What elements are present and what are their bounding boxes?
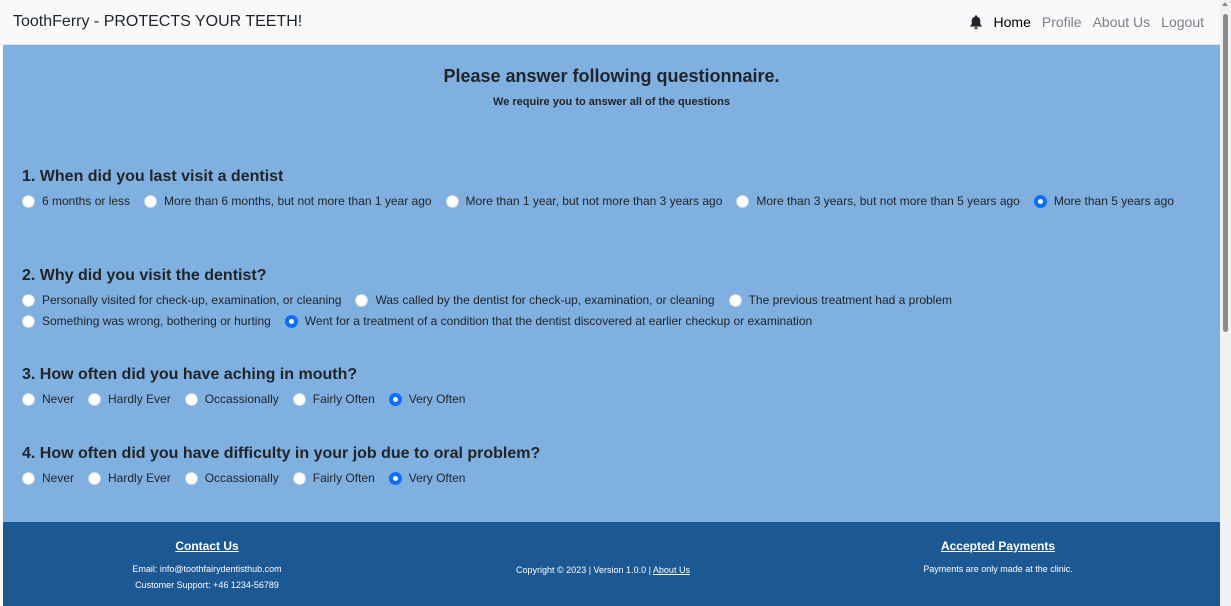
question-title: 1. When did you last visit a dentist (22, 168, 284, 185)
radio-option[interactable]: More than 5 years ago (1033, 193, 1174, 209)
radio-option[interactable]: Occassionally (184, 470, 279, 486)
accepted-payments-link[interactable]: Accepted Payments (898, 539, 1098, 553)
radio-option[interactable]: Hardly Ever (88, 470, 171, 486)
question-1: 1. When did you last visit a dentist 6 m… (22, 167, 1202, 209)
radio-option[interactable]: Occassionally (184, 391, 279, 407)
option-label: 6 months or less (42, 194, 131, 208)
radio-button[interactable] (736, 194, 750, 208)
question-title: 2. Why did you visit the dentist? (22, 267, 267, 284)
radio-button[interactable] (22, 293, 35, 307)
option-label: Hardly Ever (108, 471, 171, 485)
option-label: More than 3 years, but not more than 5 y… (756, 194, 1020, 208)
question-options: Never Hardly Ever Occassionally Fairly O… (22, 391, 1202, 407)
footer-contact: Contact Us Email: info@toothfairydentist… (107, 539, 307, 593)
radio-button[interactable] (284, 314, 298, 328)
scrollbar-thumb[interactable] (1223, 14, 1228, 332)
questionnaire-section: Please answer following questionnaire. W… (3, 45, 1220, 522)
radio-option[interactable]: Very Often (388, 391, 466, 407)
radio-button[interactable] (1033, 194, 1047, 208)
page-title: Please answer following questionnaire. (443, 66, 780, 86)
radio-option[interactable]: Fairly Often (292, 391, 375, 407)
option-label: Very Often (408, 471, 466, 485)
radio-option[interactable]: The previous treatment had a problem (728, 292, 953, 308)
footer-copyright: Copyright © 2023 | Version 1.0.0 | About… (453, 562, 753, 578)
nav-profile[interactable]: Profile (1042, 14, 1082, 30)
option-label: Very Often (408, 392, 466, 406)
nav-home[interactable]: Home (994, 14, 1031, 30)
radio-option[interactable]: More than 1 year, but not more than 3 ye… (445, 193, 723, 209)
question-3: 3. How often did you have aching in mout… (22, 365, 1202, 407)
radio-button[interactable] (184, 471, 198, 485)
radio-option[interactable]: 6 months or less (22, 193, 130, 209)
radio-button[interactable] (388, 471, 402, 485)
option-label: Occassionally (204, 392, 279, 406)
radio-button[interactable] (22, 471, 35, 485)
nav-links: Home Profile About Us Logout (968, 14, 1204, 30)
contact-email: Email: info@toothfairydentisthub.com (132, 564, 282, 574)
radio-option[interactable]: Went for a treatment of a condition that… (284, 313, 813, 329)
nav-about-us[interactable]: About Us (1093, 14, 1151, 30)
radio-option[interactable]: Something was wrong, bothering or hurtin… (22, 313, 271, 329)
question-options: Never Hardly Ever Occassionally Fairly O… (22, 470, 1202, 486)
scroll-up-arrow-icon[interactable] (1222, 2, 1228, 6)
customer-support: Customer Support: +46 1234-56789 (135, 580, 279, 590)
radio-option[interactable]: More than 6 months, but not more than 1 … (144, 193, 432, 209)
option-label: Never (42, 392, 75, 406)
copyright-text: Copyright © 2023 | Version 1.0.0 | (516, 565, 653, 575)
option-label: The previous treatment had a problem (748, 293, 953, 307)
question-2: 2. Why did you visit the dentist? Person… (22, 266, 1202, 329)
question-title: 4. How often did you have difficulty in … (22, 445, 541, 462)
option-label: Was called by the dentist for check-up, … (375, 293, 715, 307)
option-label: Occassionally (204, 471, 279, 485)
footer-payments: Accepted Payments Payments are only made… (898, 539, 1098, 577)
question-options: 6 months or less More than 6 months, but… (22, 193, 1202, 209)
radio-button[interactable] (388, 392, 402, 406)
page-subtitle: We require you to answer all of the ques… (493, 96, 730, 108)
bell-icon[interactable] (968, 14, 984, 30)
radio-option[interactable]: Hardly Ever (88, 391, 171, 407)
payments-note: Payments are only made at the clinic. (923, 564, 1073, 574)
radio-option[interactable]: Fairly Often (292, 470, 375, 486)
option-label: Hardly Ever (108, 392, 171, 406)
option-label: Something was wrong, bothering or hurtin… (42, 314, 271, 328)
radio-option[interactable]: Very Often (388, 470, 466, 486)
radio-button[interactable] (88, 392, 102, 406)
radio-option[interactable]: More than 3 years, but not more than 5 y… (736, 193, 1020, 209)
footer-about-us-link[interactable]: About Us (653, 565, 690, 575)
radio-button[interactable] (22, 314, 35, 328)
radio-button[interactable] (88, 471, 102, 485)
radio-button[interactable] (22, 392, 35, 406)
radio-button[interactable] (292, 471, 306, 485)
option-label: More than 1 year, but not more than 3 ye… (465, 194, 723, 208)
option-label: Fairly Often (312, 471, 375, 485)
nav-logout[interactable]: Logout (1161, 14, 1204, 30)
page-scrollbar[interactable] (1220, 0, 1231, 606)
radio-option[interactable]: Personally visited for check-up, examina… (22, 292, 341, 308)
option-label: More than 6 months, but not more than 1 … (164, 194, 432, 208)
navbar: ToothFerry - PROTECTS YOUR TEETH! Home P… (0, 0, 1220, 45)
brand-title[interactable]: ToothFerry - PROTECTS YOUR TEETH! (13, 13, 302, 31)
footer: Contact Us Email: info@toothfairydentist… (3, 522, 1220, 606)
radio-button[interactable] (445, 194, 459, 208)
radio-button[interactable] (728, 293, 742, 307)
contact-us-link[interactable]: Contact Us (107, 539, 307, 553)
radio-button[interactable] (355, 293, 369, 307)
radio-button[interactable] (144, 194, 158, 208)
radio-button[interactable] (22, 194, 35, 208)
option-label: Fairly Often (312, 392, 375, 406)
radio-option[interactable]: Never (22, 391, 74, 407)
question-title: 3. How often did you have aching in mout… (22, 366, 358, 383)
question-options: Personally visited for check-up, examina… (22, 292, 1202, 329)
question-4: 4. How often did you have difficulty in … (22, 444, 1202, 486)
radio-option[interactable]: Never (22, 470, 74, 486)
radio-button[interactable] (292, 392, 306, 406)
option-label: More than 5 years ago (1053, 194, 1174, 208)
option-label: Personally visited for check-up, examina… (42, 293, 342, 307)
radio-option[interactable]: Was called by the dentist for check-up, … (355, 292, 715, 308)
option-label: Went for a treatment of a condition that… (304, 314, 813, 328)
radio-button[interactable] (184, 392, 198, 406)
option-label: Never (42, 471, 75, 485)
